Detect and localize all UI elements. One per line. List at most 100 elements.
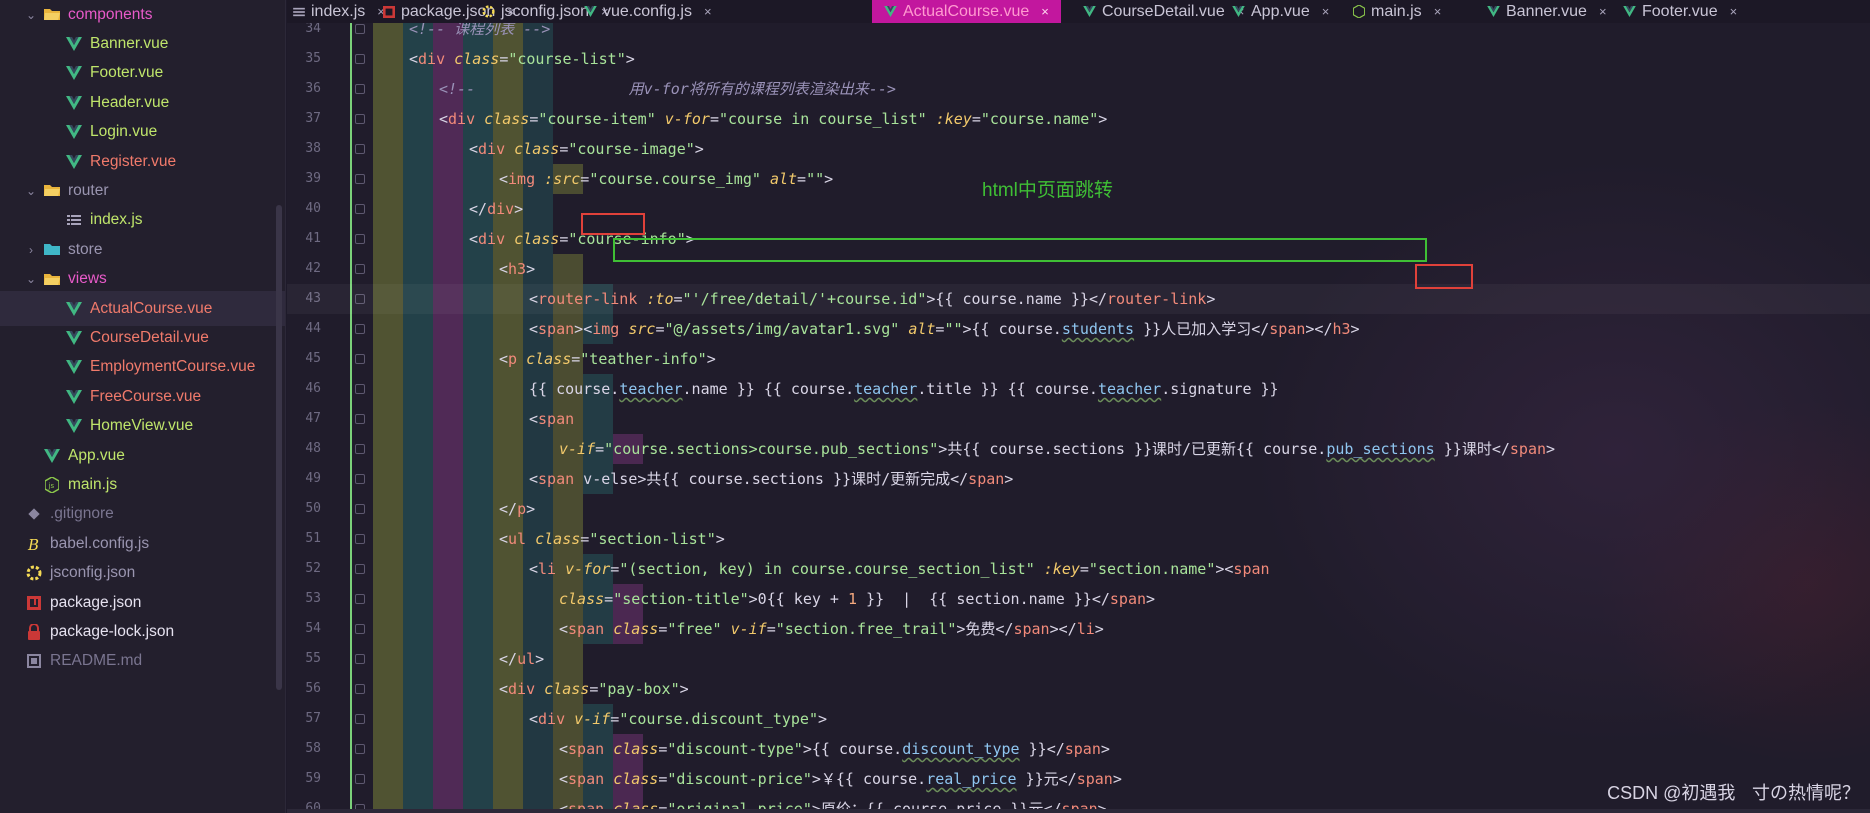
close-icon[interactable]: × xyxy=(704,4,712,19)
code-line[interactable]: <li v-for="(section, key) in course.cour… xyxy=(287,554,1870,584)
code-text: </ul> xyxy=(499,650,545,668)
code-line[interactable]: <!-- 用v-for将所有的课程列表渲染出来--> xyxy=(287,74,1870,104)
code-text: <div class="course-image"> xyxy=(469,140,704,158)
h3-open-highlight-box xyxy=(581,213,645,235)
chevron-icon: ⌄ xyxy=(25,7,37,22)
sidebar-scrollbar[interactable] xyxy=(276,205,282,690)
sidebar-item-label: Header.vue xyxy=(90,93,170,111)
vue-icon xyxy=(66,418,82,434)
sidebar-item-label: store xyxy=(68,240,103,258)
vue-icon xyxy=(584,6,597,17)
code-editor[interactable]: 34 35 36 37 38 39 40 41 42 43 44 45 46 47 48 49 50 51 52 53… xyxy=(287,23,1870,813)
vue-icon xyxy=(66,65,82,81)
tab-actualcourse-vue[interactable]: ActualCourse.vue × xyxy=(872,0,1061,23)
chevron-icon: › xyxy=(29,242,33,257)
folder-open-icon xyxy=(44,271,60,287)
list-icon xyxy=(293,7,305,17)
code-line[interactable]: <div v-if="course.discount_type"> xyxy=(287,704,1870,734)
code-text: <!-- 用v-for将所有的课程列表渲染出来--> xyxy=(439,80,896,98)
sidebar-item-label: index.js xyxy=(90,211,143,229)
code-line[interactable]: <span><img src="@/assets/img/avatar1.svg… xyxy=(287,314,1870,344)
code-text: </div> xyxy=(469,200,524,218)
sidebar-item-label: CourseDetail.vue xyxy=(90,328,209,346)
code-text: <span class="discount-price">￥{{ course.… xyxy=(559,770,1122,788)
watermark: CSDN @初遇我ㅤ寸の热情呢？ xyxy=(1607,783,1860,803)
code-line[interactable]: {{ course.teacher.name }} {{ course.teac… xyxy=(287,374,1870,404)
code-line[interactable]: <div class="pay-box"> xyxy=(287,674,1870,704)
git-icon xyxy=(26,506,42,522)
code-text: <h3> xyxy=(499,260,536,278)
js-icon xyxy=(1353,5,1365,18)
code-line[interactable]: v-if="course.sections>course.pub_section… xyxy=(287,434,1870,464)
code-text: <div class="course-list"> xyxy=(409,50,635,68)
code-line[interactable]: </p> xyxy=(287,494,1870,524)
code-line[interactable]: <span v-else>共{{ course.sections }}课时/更新… xyxy=(287,464,1870,494)
close-icon[interactable]: × xyxy=(1599,4,1607,19)
tab-coursedetail-vue[interactable]: CourseDetail.vue× xyxy=(1083,0,1244,23)
tab-main-js[interactable]: main.js × xyxy=(1353,0,1441,23)
vue-icon xyxy=(1487,6,1500,17)
sidebar-item-label: package-lock.json xyxy=(50,622,175,640)
markdown-icon xyxy=(26,653,42,669)
tab-footer-vue[interactable]: Footer.vue × xyxy=(1623,0,1737,23)
list-icon xyxy=(66,212,82,228)
code-line[interactable]: <p class="teather-info"> xyxy=(287,344,1870,374)
sidebar-item-label: main.js xyxy=(68,475,118,493)
code-line[interactable]: <ul class="section-list"> xyxy=(287,524,1870,554)
json-icon xyxy=(26,565,42,581)
vue-icon xyxy=(884,6,897,17)
code-text: <ul class="section-list"> xyxy=(499,530,725,548)
sidebar-item-label: EmploymentCourse.vue xyxy=(90,358,256,376)
vue-icon xyxy=(66,359,82,375)
folder-open-icon xyxy=(44,7,60,23)
sidebar-item-label: babel.config.js xyxy=(50,534,150,552)
code-line[interactable]: <div class="course-item" v-for="course i… xyxy=(287,104,1870,134)
tab-label: ActualCourse.vue xyxy=(903,2,1030,20)
npm-icon xyxy=(26,595,42,611)
code-line[interactable]: <span class="discount-type">{{ course.di… xyxy=(287,734,1870,764)
sidebar-item-label: jsconfig.json xyxy=(50,564,136,582)
folder-open-icon xyxy=(44,183,60,199)
babel-icon: B xyxy=(26,536,42,552)
close-icon[interactable]: × xyxy=(1434,4,1442,19)
sidebar-item-label: components xyxy=(68,5,153,23)
sidebar-item-label: Footer.vue xyxy=(90,64,164,82)
sidebar-item-label: Login.vue xyxy=(90,123,158,141)
sidebar-item-label: Register.vue xyxy=(90,152,177,170)
vue-icon xyxy=(44,448,60,464)
tab-label: Banner.vue xyxy=(1506,2,1587,20)
code-text: <span class="free" v-if="section.free_tr… xyxy=(559,620,1104,638)
code-line[interactable]: <div class="course-image"> xyxy=(287,134,1870,164)
code-line[interactable]: </ul> xyxy=(287,644,1870,674)
vue-icon xyxy=(66,36,82,52)
code-text: <img :src="course.course_img" alt=""> xyxy=(499,170,834,188)
sidebar-item-label: views xyxy=(68,270,107,288)
sidebar-item-label: README.md xyxy=(50,652,143,670)
horizontal-scrollbar[interactable] xyxy=(287,809,1870,813)
annotation-label: html中页面跳转 xyxy=(982,180,1113,201)
vue-icon xyxy=(66,330,82,346)
code-line[interactable]: <div class="course-list"> xyxy=(287,44,1870,74)
close-icon[interactable]: × xyxy=(1730,4,1738,19)
tab-app-vue[interactable]: App.vue × xyxy=(1232,0,1329,23)
code-text: v-if="course.sections>course.pub_section… xyxy=(559,440,1556,458)
code-line[interactable]: <!-- 课程列表 --> xyxy=(287,23,1870,44)
js-icon: js xyxy=(44,476,60,493)
close-icon[interactable]: × xyxy=(1041,4,1049,19)
tab-index-js[interactable]: index.js × xyxy=(293,0,385,23)
sidebar-item-label: Banner.vue xyxy=(90,34,169,52)
svg-text:B: B xyxy=(27,536,39,552)
code-text: <div v-if="course.discount_type"> xyxy=(529,710,828,728)
code-line[interactable]: <router-link :to="'/free/detail/'+course… xyxy=(287,284,1870,314)
close-icon[interactable]: × xyxy=(1322,4,1330,19)
tab-banner-vue[interactable]: Banner.vue × xyxy=(1487,0,1607,23)
code-line[interactable]: class="section-title">0{{ key + 1 }} | {… xyxy=(287,584,1870,614)
chevron-icon: ⌄ xyxy=(25,183,37,198)
code-line[interactable]: <span class="free" v-if="section.free_tr… xyxy=(287,614,1870,644)
sidebar-item-readme-md[interactable]: README.md xyxy=(0,644,285,679)
code-line[interactable]: <span xyxy=(287,404,1870,434)
editor-tab-bar: index.js × package.json × jsconfig.json × vue.… xyxy=(287,0,1870,23)
code-text: <span><img src="@/assets/img/avatar1.svg… xyxy=(529,320,1360,338)
code-text: <span v-else>共{{ course.sections }}课时/更新… xyxy=(529,470,1014,488)
tab-vue-config-js[interactable]: vue.config.js × xyxy=(584,0,712,23)
